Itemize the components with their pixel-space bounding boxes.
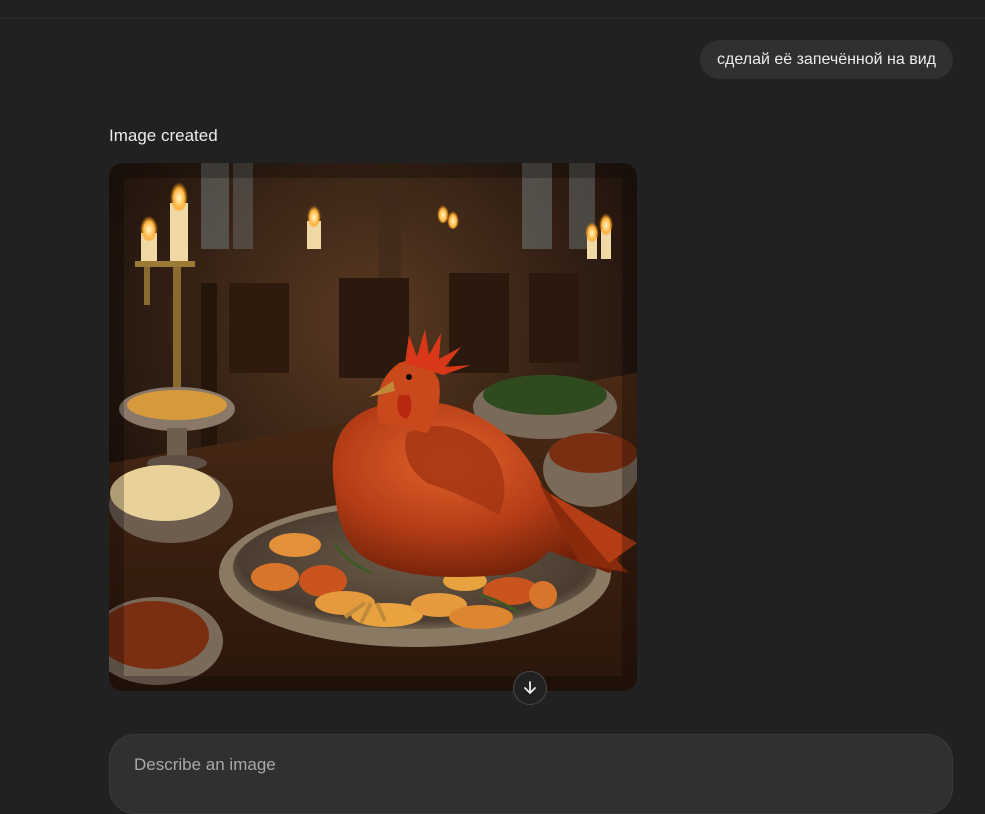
generated-image[interactable] xyxy=(109,163,637,691)
user-message-bubble: сделай её запечённой на вид xyxy=(700,40,953,79)
image-status-label: Image created xyxy=(109,126,218,145)
roasted-rooster-image xyxy=(109,163,637,691)
prompt-input[interactable] xyxy=(132,749,916,781)
composer xyxy=(109,734,953,814)
scroll-down-button[interactable] xyxy=(513,671,547,705)
arrow-down-icon xyxy=(524,681,536,694)
top-bar xyxy=(0,0,985,19)
